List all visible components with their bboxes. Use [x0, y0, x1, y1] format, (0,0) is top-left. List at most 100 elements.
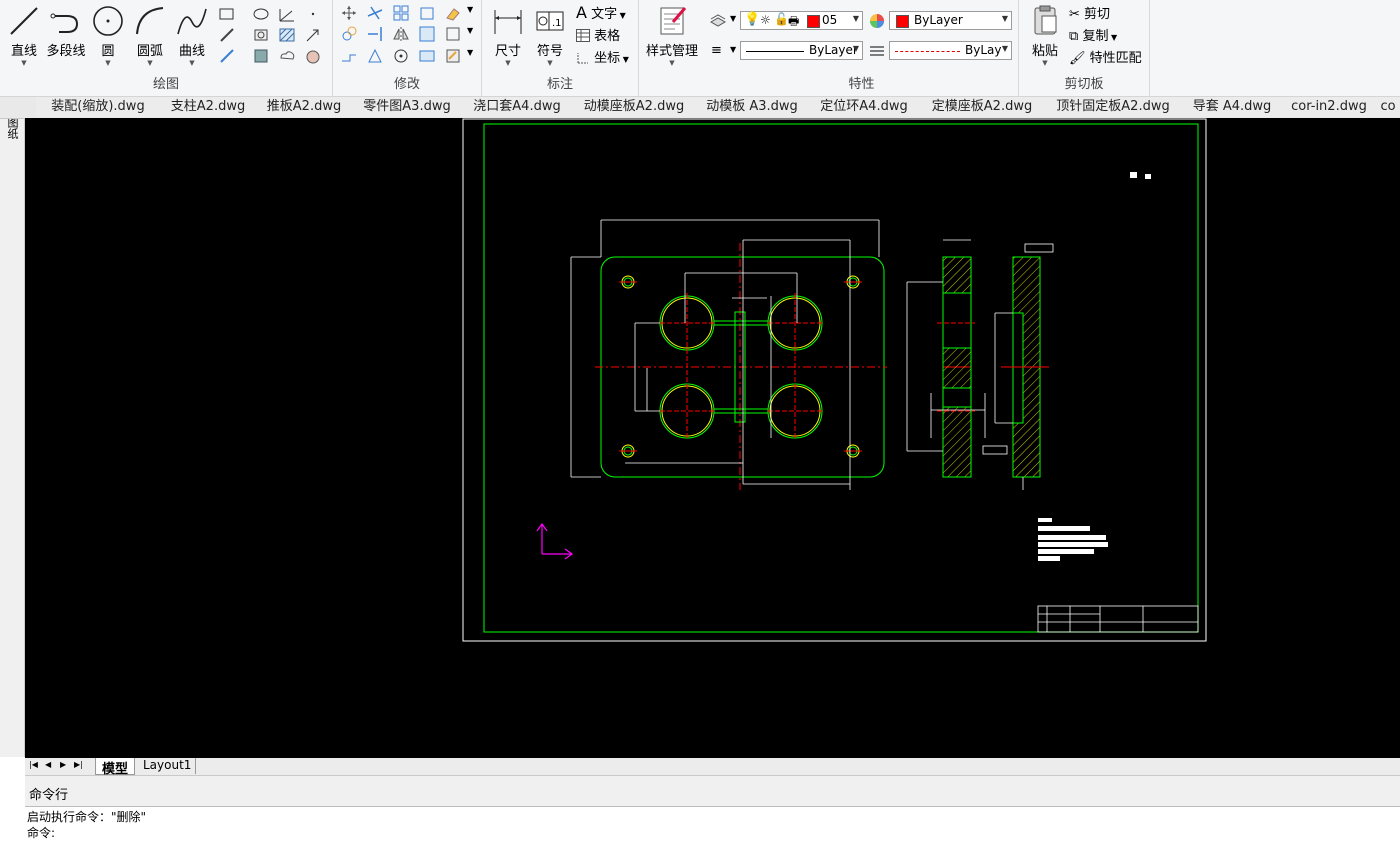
annotate-group: 尺寸 ▼ .1 符号 ▼ A 文字 ▼ 表格 坐标 ▼ 标注 [482, 0, 639, 96]
document-tab[interactable]: 装配(缩放).dwg [36, 97, 161, 117]
rotate-icon[interactable] [392, 47, 410, 65]
scissors-icon: ✂ [1069, 7, 1080, 22]
coordinate-icon [577, 53, 588, 64]
stretch-icon[interactable] [340, 47, 358, 65]
document-tab[interactable]: 定位环A4.dwg [808, 97, 921, 117]
lock-icon: 🔓 [774, 12, 789, 26]
symbol-button[interactable]: .1 符号 ▼ [530, 4, 570, 67]
move-icon[interactable] [340, 4, 358, 22]
edit-dropdown[interactable]: ▼ [467, 48, 473, 57]
layer-color-swatch [807, 15, 820, 28]
arc-button[interactable]: 圆弧 ▼ [130, 4, 170, 67]
dimension-button[interactable]: 尺寸 ▼ [488, 4, 528, 67]
text-button[interactable]: A 文字 ▼ [576, 3, 626, 22]
copy-objects-icon[interactable] [340, 25, 358, 43]
rectangle-icon[interactable] [218, 5, 236, 23]
last-layout-icon[interactable]: ▶| [74, 760, 83, 769]
fillet-icon[interactable] [418, 47, 436, 65]
first-layout-icon[interactable]: |◀ [29, 760, 38, 769]
scale-icon[interactable] [366, 47, 384, 65]
document-tab[interactable]: 零件图A3.dwg [352, 97, 463, 117]
drawing-canvas[interactable] [25, 118, 1400, 758]
layer-name: 05 [822, 13, 838, 27]
explode-dropdown[interactable]: ▼ [467, 26, 473, 35]
table-button[interactable]: 表格 [576, 25, 620, 44]
paper-border [462, 118, 1207, 642]
dimension-label: 尺寸 [494, 44, 521, 59]
polyline-button[interactable]: 多段线 [46, 4, 86, 59]
match-properties-button[interactable]: 🖌 特性匹配 [1069, 47, 1142, 66]
offset-icon[interactable] [418, 25, 436, 43]
explode-icon[interactable] [444, 25, 462, 43]
print-icon: 🖶 [788, 14, 800, 28]
circle-button[interactable]: 圆 ▼ [88, 4, 128, 67]
lineweight-dropdown[interactable]: ▼ [730, 45, 736, 54]
color-select[interactable]: ByLayer ▼ [889, 11, 1012, 30]
color-wheel-icon[interactable] [868, 12, 886, 30]
section-view-a [906, 239, 986, 478]
line-label: 直线 [10, 44, 37, 59]
title-block [1037, 605, 1199, 633]
command-prompt[interactable]: 命令: [27, 824, 55, 841]
document-tab[interactable]: 定模座板A2.dwg [920, 97, 1045, 117]
linetype-select[interactable]: ByLayer ▼ [740, 41, 863, 60]
document-tab[interactable]: 推板A2.dwg [256, 97, 353, 117]
properties-group: ▼ 💡 ☼ 🔓 🖶 05 ▼ ByLayer ▼ ≡ ▼ ByLayer ▼ B… [705, 0, 1019, 96]
erase-dropdown[interactable]: ▼ [467, 5, 473, 14]
region-icon[interactable] [252, 26, 270, 44]
next-layout-icon[interactable]: ▶ [60, 760, 66, 769]
ray-icon[interactable] [218, 26, 236, 44]
wipeout-icon[interactable] [304, 47, 322, 65]
lineweight-list-icon[interactable] [868, 42, 886, 60]
document-tab[interactable]: 导套 A4.dwg [1182, 97, 1283, 117]
polyline-icon [50, 13, 79, 33]
prev-layout-icon[interactable]: ◀ [45, 760, 51, 769]
document-tab[interactable]: co [1376, 97, 1400, 117]
command-line-area[interactable]: 启动执行命令："删除" 命令: [25, 806, 1400, 841]
sheet-panel-label[interactable]: 图纸 [6, 117, 19, 139]
cut-button[interactable]: ✂ 剪切 [1069, 3, 1110, 22]
layout1-tab[interactable]: Layout1 [139, 758, 197, 774]
annotate-group-title: 标注 [546, 77, 573, 92]
arc-label: 圆弧 [136, 44, 163, 59]
layer-properties-icon[interactable] [709, 12, 727, 30]
copy-button[interactable]: ⧉ 复制 ▼ [1069, 25, 1117, 44]
document-tab[interactable]: 顶针固定板A2.dwg [1044, 97, 1183, 117]
layer-tools-dropdown[interactable]: ▼ [730, 14, 736, 23]
arrow-draw-icon[interactable] [304, 26, 322, 44]
point-icon[interactable] [304, 5, 322, 23]
svg-text:.1: .1 [552, 18, 562, 29]
construction-line-icon[interactable] [278, 5, 296, 23]
linetype-value: ByLayer [809, 43, 858, 57]
document-tab[interactable]: 支柱A2.dwg [160, 97, 257, 117]
rotate-copy-icon[interactable] [418, 4, 436, 22]
ribbon: 直线 ▼ 多段线 圆 ▼ 圆弧 ▼ 曲线 ▼ 绘图 ▼ ▼ ▼ 修改 尺寸 ▼ … [0, 0, 1400, 97]
curve-button[interactable]: 曲线 ▼ [172, 4, 212, 67]
hatch-icon[interactable] [278, 26, 296, 44]
cloud-icon[interactable] [278, 47, 296, 65]
array-icon[interactable] [392, 4, 410, 22]
trim-icon[interactable] [366, 4, 384, 22]
erase-icon[interactable] [444, 4, 462, 22]
mirror-icon[interactable] [392, 25, 410, 43]
xline-icon[interactable] [218, 47, 236, 65]
lineweight-icon[interactable]: ≡ [711, 43, 722, 58]
properties-edit-icon[interactable] [444, 47, 462, 65]
coordinate-button[interactable]: 坐标 ▼ [576, 47, 629, 66]
document-tab[interactable]: 动模板 A3.dwg [696, 97, 809, 117]
block-icon[interactable] [252, 47, 270, 65]
document-tab[interactable]: 浇口套A4.dwg [462, 97, 573, 117]
paste-button[interactable]: 粘贴 ▼ [1025, 4, 1065, 67]
layer-select[interactable]: 💡 ☼ 🔓 🖶 05 ▼ [740, 11, 863, 30]
modify-group: ▼ ▼ ▼ 修改 [333, 0, 482, 96]
model-tab[interactable]: 模型 [95, 758, 136, 777]
lineweight-value: ByLay [965, 43, 1002, 57]
lineweight-select[interactable]: ByLay ▼ [889, 41, 1012, 60]
ellipse-icon[interactable] [252, 5, 270, 23]
line-button[interactable]: 直线 ▼ [4, 4, 44, 67]
document-tab[interactable]: cor-in2.dwg [1282, 97, 1377, 117]
style-manager-button[interactable]: 样式管理 ▼ [643, 4, 701, 67]
ucs-icon [536, 522, 574, 560]
extend-icon[interactable] [366, 25, 384, 43]
document-tab[interactable]: 动模座板A2.dwg [572, 97, 697, 117]
